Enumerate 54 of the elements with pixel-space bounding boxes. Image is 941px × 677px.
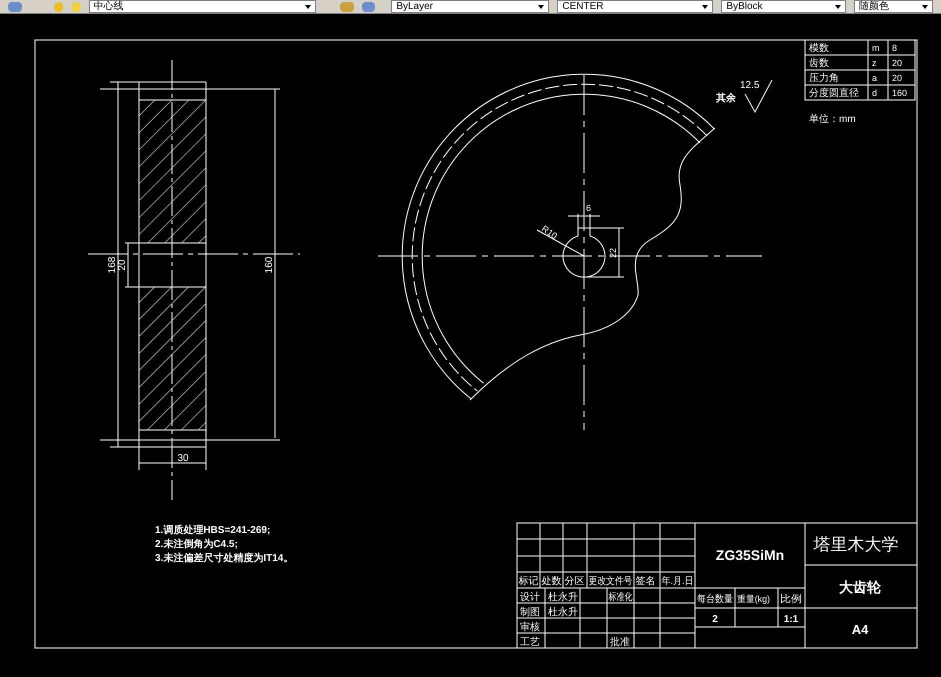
sheet-size: A4 (852, 622, 868, 637)
title-block-label: 每台数量 (697, 594, 737, 605)
dimension-text: 30 (177, 453, 189, 464)
scale-value: 1:1 (784, 614, 798, 625)
title-block-label: 标准化 (608, 592, 638, 603)
title-block-label: 处数 (542, 576, 562, 587)
title-block-label: 年.月.日 (662, 576, 698, 587)
lineweight-dropdown[interactable]: ByBlock (721, 0, 846, 13)
parameter-value: 8 (892, 43, 898, 53)
parameter-name: 齿数 (809, 58, 829, 69)
parameter-symbol: m (872, 43, 880, 53)
material-text: ZG35SiMn (716, 547, 784, 563)
parameter-name: 模数 (809, 43, 829, 54)
roughness-label: 其余 (716, 93, 736, 104)
signature-name: 杜永升 (548, 592, 578, 603)
caret-icon (304, 4, 311, 8)
dimension-text: 168 (107, 256, 118, 274)
plot-style-dropdown[interactable]: 随颜色 (854, 0, 933, 13)
dimension-text: 160 (264, 256, 275, 274)
color-dropdown[interactable]: ByLayer (391, 0, 550, 13)
dimension-text: 6 (586, 203, 592, 213)
title-block-label: 比例 (780, 594, 800, 605)
parameter-value: 20 (892, 73, 902, 83)
roughness-value: 12.5 (740, 80, 760, 91)
quantity-value: 2 (712, 614, 718, 625)
part-name: 大齿轮 (839, 579, 881, 595)
title-block-label: 工艺 (520, 637, 540, 648)
technical-note: 2.未注倒角为C4.5; (155, 539, 238, 550)
title-block-label: 设计 (520, 592, 540, 603)
school-name: 塔里木大学 (814, 535, 898, 554)
signature-name: 杜永升 (548, 607, 578, 618)
parameter-value: 20 (892, 58, 902, 68)
technical-note: 3.未注偏差尺寸处精度为IT14。 (155, 553, 294, 564)
layer-dropdown[interactable]: 中心线 (88, 0, 316, 13)
title-block-label: 审核 (520, 622, 540, 633)
dimension-text: R10 (540, 223, 560, 242)
technical-note: 1.调质处理HBS=241-269; (155, 525, 270, 536)
caret-icon (538, 4, 544, 8)
caret-icon (702, 4, 708, 8)
parameter-name: 分度圆直径 (809, 88, 859, 99)
caret-icon (922, 4, 928, 8)
parameter-symbol: d (872, 88, 878, 98)
title-block-label: 重量(kg) (737, 594, 770, 604)
parameter-value: 160 (892, 88, 908, 98)
caret-icon (834, 4, 841, 8)
linetype-dropdown[interactable]: CENTER (557, 0, 714, 13)
title-block-label: 制图 (520, 607, 540, 618)
parameter-symbol: a (872, 73, 878, 83)
parameter-symbol: z (872, 58, 876, 68)
title-block-label: 标记 (518, 576, 538, 587)
title-block-label: 分区 (564, 576, 584, 587)
parameter-name: 压力角 (809, 73, 839, 84)
title-block-label: 批准 (610, 637, 630, 648)
unit-label: 单位：mm (809, 114, 856, 125)
